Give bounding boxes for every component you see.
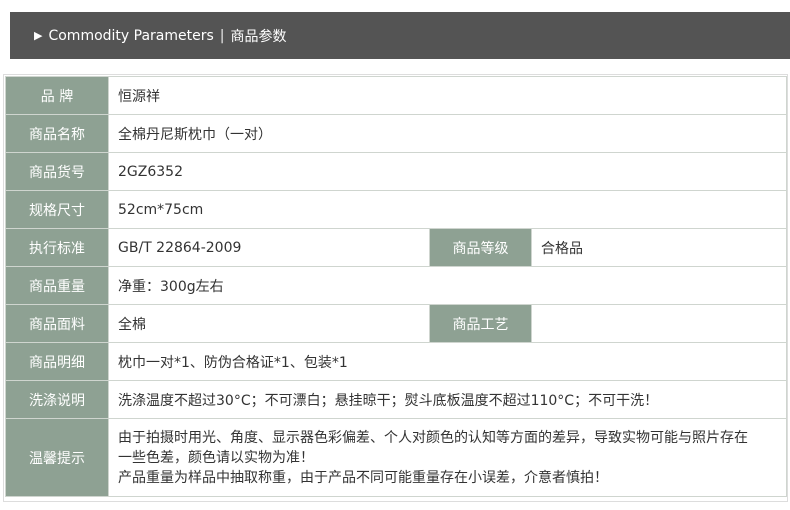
value-grade: 合格品 [530,228,788,267]
value-contents: 枕巾一对*1、防伪合格证*1、包装*1 [107,342,788,381]
triangle-right-icon: ▶ [34,29,43,42]
table-row-size: 规格尺寸 52cm*75cm [5,190,788,229]
table-row-brand: 品 牌 恒源祥 [5,76,788,115]
label-contents: 商品明细 [5,342,109,381]
notice-line-3: 产品重量为样品中抽取称重，由于产品不同可能重量存在小误差，介意者慎拍！ [118,469,608,486]
value-sku: 2GZ6352 [107,152,788,191]
table-row-washing: 洗涤说明 洗涤温度不超过30°C；不可漂白；悬挂晾干；熨斗底板温度不超过110°… [5,380,788,419]
label-sku: 商品货号 [5,152,109,191]
section-header: ▶ Commodity Parameters | 商品参数 [10,12,790,59]
value-weight: 净重：300g左右 [107,266,788,305]
notice-line-1: 由于拍摄时用光、角度、显示器色彩偏差、个人对颜色的认知等方面的差异，导致实物可能… [118,429,748,446]
label-standard: 执行标准 [5,228,109,267]
value-standard: GB/T 22864-2009 [108,228,430,267]
table-row-notice: 温馨提示 由于拍摄时用光、角度、显示器色彩偏差、个人对颜色的认知等方面的差异，导… [5,418,788,497]
header-title-cn: 商品参数 [230,28,287,45]
table-row-weight: 商品重量 净重：300g左右 [5,266,788,305]
value-notice: 由于拍摄时用光、角度、显示器色彩偏差、个人对颜色的认知等方面的差异，导致实物可能… [107,418,788,497]
value-washing: 洗涤温度不超过30°C；不可漂白；悬挂晾干；熨斗底板温度不超过110°C；不可干… [107,380,788,419]
header-separator: | [219,27,225,44]
label-washing: 洗涤说明 [5,380,109,419]
table-row-sku: 商品货号 2GZ6352 [5,152,788,191]
label-craft: 商品工艺 [429,304,532,343]
table-row-fabric: 商品面料 全棉 商品工艺 [5,304,788,343]
label-fabric: 商品面料 [5,304,109,343]
table-row-name: 商品名称 全棉丹尼斯枕巾（一对） [5,114,788,153]
label-size: 规格尺寸 [5,190,109,229]
label-name: 商品名称 [5,114,109,153]
params-table: 品 牌 恒源祥 商品名称 全棉丹尼斯枕巾（一对） 商品货号 2GZ6352 规格… [5,76,788,497]
value-size: 52cm*75cm [107,190,788,229]
label-brand: 品 牌 [5,76,109,115]
table-row-standard: 执行标准 GB/T 22864-2009 商品等级 合格品 [5,228,788,267]
value-fabric: 全棉 [108,304,430,343]
label-notice: 温馨提示 [5,418,109,497]
value-craft [530,304,788,343]
value-name: 全棉丹尼斯枕巾（一对） [107,114,788,153]
table-row-contents: 商品明细 枕巾一对*1、防伪合格证*1、包装*1 [5,342,788,381]
header-title-en: Commodity Parameters [48,27,214,44]
label-grade: 商品等级 [429,228,532,267]
notice-line-2: 一些色差，颜色请以实物为准！ [118,449,314,466]
label-weight: 商品重量 [5,266,109,305]
value-brand: 恒源祥 [107,76,788,115]
